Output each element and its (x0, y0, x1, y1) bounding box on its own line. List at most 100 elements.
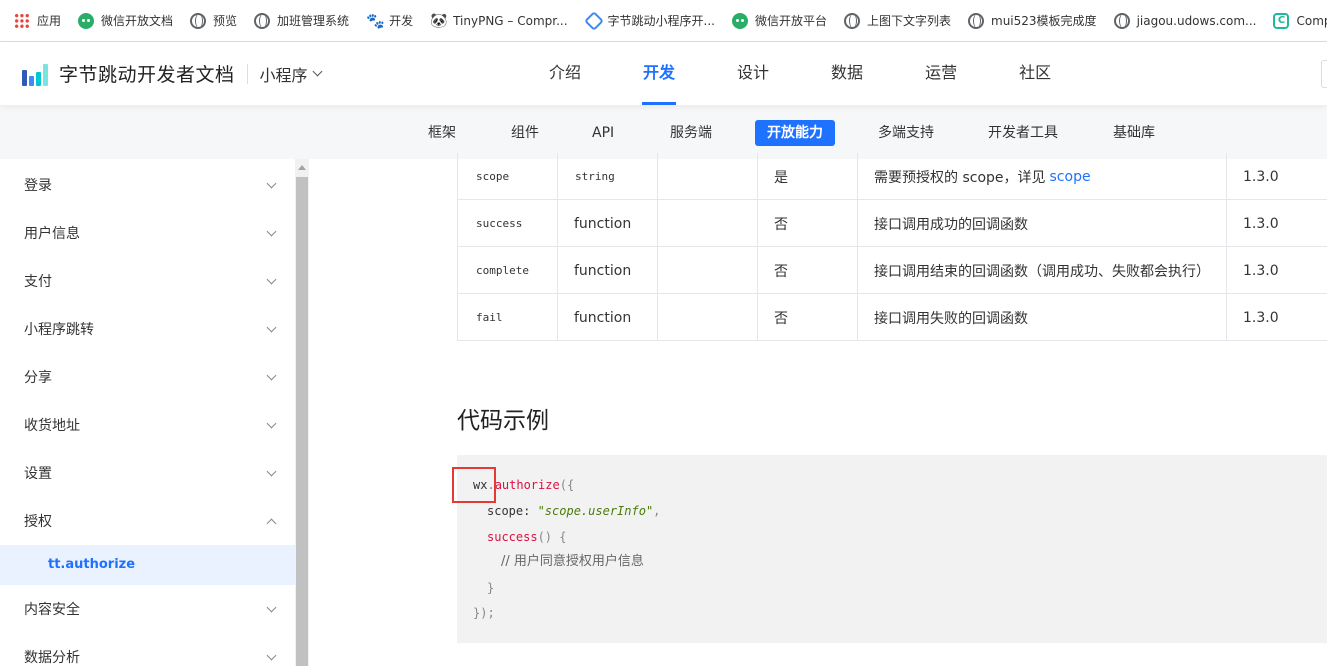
table-row: success function 否 接口调用成功的回调函数 1.3.0 (457, 200, 1327, 247)
bookmark-preview[interactable]: 预览 (190, 12, 237, 29)
sidebar-item-share[interactable]: 分享 (0, 353, 295, 401)
code-token: ({ (559, 478, 575, 492)
param-default (657, 247, 757, 294)
sidebar-item-login[interactable]: 登录 (0, 161, 295, 209)
param-version: 1.3.0 (1226, 200, 1327, 247)
param-name: fail (457, 294, 557, 341)
scope-link[interactable]: scope (1050, 169, 1091, 185)
sidebar-item-settings[interactable]: 设置 (0, 449, 295, 497)
code-comment: // 用户同意授权用户信息 (501, 554, 644, 569)
apps-grid-icon (14, 12, 30, 29)
globe-icon (254, 12, 271, 29)
nav-develop[interactable]: 开发 (642, 42, 677, 105)
nav-operation[interactable]: 运营 (925, 42, 957, 105)
param-required: 否 (757, 200, 857, 247)
sidebar-item-label: 设置 (24, 466, 52, 482)
sidebar-item-content-security[interactable]: 内容安全 (0, 585, 295, 633)
scroll-up-arrow-icon[interactable] (298, 165, 306, 170)
param-description: 接口调用结束的回调函数（调用成功、失败都会执行） (857, 247, 1226, 294)
bookmark-wechat-platform[interactable]: 微信开放平台 (731, 12, 827, 29)
subnav-base-lib[interactable]: 基础库 (1113, 121, 1155, 145)
sidebar-item-label: 支付 (24, 274, 52, 290)
sidebar: 登录 用户信息 支付 小程序跳转 分享 收货地址 设置 授权 tt.author… (0, 159, 295, 666)
subnav-components[interactable]: 组件 (511, 121, 539, 145)
subnav-open-capability[interactable]: 开放能力 (755, 120, 835, 146)
code-line: } (487, 578, 494, 598)
code-token: scope: (487, 504, 538, 518)
globe-icon (968, 12, 985, 29)
bookmark-tinypng[interactable]: 🐼 TinyPNG – Compr... (430, 13, 567, 29)
code-token: } (487, 581, 495, 595)
param-default (657, 153, 757, 200)
divider (246, 63, 248, 84)
bookmark-apps[interactable]: 应用 (14, 12, 61, 29)
sidebar-item-tt-authorize[interactable]: tt.authorize (0, 545, 295, 585)
chevron-down-icon (266, 466, 277, 476)
sidebar-item-label: 内容安全 (24, 602, 80, 618)
sub-nav: 框架 组件 API 服务端 开放能力 多端支持 开发者工具 基础库 (0, 105, 1327, 159)
param-type: function (557, 294, 657, 341)
param-version: 1.3.0 (1226, 294, 1327, 341)
param-version: 1.3.0 (1226, 247, 1327, 294)
bookmark-jiagou[interactable]: jiagou.udows.com... (1113, 12, 1257, 29)
sidebar-item-user-info[interactable]: 用户信息 (0, 209, 295, 257)
bookmark-label: 字节跳动小程序开... (607, 14, 715, 28)
param-version: 1.3.0 (1226, 153, 1327, 200)
nav-data[interactable]: 数据 (831, 42, 863, 105)
sidebar-scrollbar[interactable] (295, 159, 309, 666)
paw-icon: 🐾 (366, 11, 385, 30)
code-token: success (487, 530, 538, 544)
bookmark-label: Compr (1296, 13, 1327, 28)
param-name: scope (457, 153, 557, 200)
bookmark-mui523[interactable]: mui523模板完成度 (968, 12, 1097, 29)
sidebar-item-miniapp-jump[interactable]: 小程序跳转 (0, 305, 295, 353)
annotation-highlight-box (452, 467, 496, 503)
bookmark-image-list[interactable]: 上图下文字列表 (844, 12, 951, 29)
scrollbar-thumb[interactable] (296, 177, 308, 666)
chevron-down-icon (312, 66, 322, 77)
section-title: 代码示例 (457, 408, 549, 434)
table-row: complete function 否 接口调用结束的回调函数（调用成功、失败都… (457, 247, 1327, 294)
sidebar-item-label: 授权 (24, 514, 52, 530)
chevron-down-icon (266, 226, 277, 236)
bookmark-wechat-docs[interactable]: 微信开放文档 (78, 12, 173, 29)
product-label: 小程序 (259, 65, 308, 85)
code-token: , (653, 504, 661, 518)
nav-design[interactable]: 设计 (737, 42, 769, 105)
subnav-framework[interactable]: 框架 (428, 121, 456, 145)
code-token: "scope.userInfo" (537, 504, 654, 518)
subnav-server[interactable]: 服务端 (670, 121, 712, 145)
globe-icon (844, 12, 860, 29)
nav-community[interactable]: 社区 (1019, 42, 1051, 105)
bookmark-dev[interactable]: 🐾 开发 (366, 12, 413, 29)
param-description: 接口调用成功的回调函数 (857, 200, 1226, 247)
bookmark-bytedance-miniapp[interactable]: 字节跳动小程序开... (583, 10, 715, 31)
sidebar-item-payment[interactable]: 支付 (0, 257, 295, 305)
subnav-api[interactable]: API (592, 121, 614, 145)
search-box-edge[interactable] (1321, 60, 1327, 88)
sidebar-item-analytics[interactable]: 数据分析 (0, 633, 295, 666)
code-token: authorize (494, 478, 560, 492)
product-switcher[interactable]: 小程序 (259, 62, 322, 86)
description-text: 需要预授权的 scope，详见 (874, 169, 1046, 186)
nav-intro[interactable]: 介绍 (549, 42, 581, 105)
sidebar-item-label: 登录 (24, 178, 52, 194)
code-line: success() { (487, 527, 566, 547)
bookmark-compr[interactable]: C Compr (1273, 12, 1327, 29)
site-logo[interactable]: 字节跳动开发者文档 小程序 (22, 60, 322, 87)
sidebar-item-authorize[interactable]: 授权 (0, 497, 295, 545)
bookmark-label: jiagou.udows.com... (1136, 13, 1257, 28)
bookmark-label: TinyPNG – Compr... (453, 13, 568, 28)
bookmark-label: 上图下文字列表 (867, 14, 952, 28)
subnav-multi-platform[interactable]: 多端支持 (878, 121, 934, 145)
param-name: success (457, 200, 557, 247)
param-type: function (557, 200, 657, 247)
subnav-devtools[interactable]: 开发者工具 (988, 121, 1058, 145)
param-description: 需要预授权的 scope，详见 scope (857, 153, 1226, 200)
code-line: // 用户同意授权用户信息 (501, 552, 644, 572)
globe-icon (190, 12, 207, 29)
sidebar-item-address[interactable]: 收货地址 (0, 401, 295, 449)
bookmark-overtime[interactable]: 加班管理系统 (254, 12, 349, 29)
bookmark-label: 开发 (389, 14, 414, 28)
bookmark-label: 预览 (213, 14, 238, 28)
